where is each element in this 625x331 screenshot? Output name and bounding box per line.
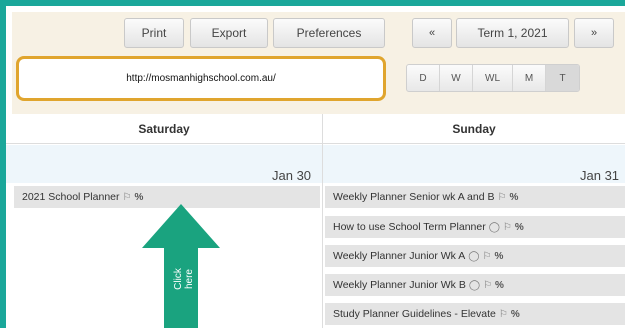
next-term-button[interactable]: » xyxy=(574,18,614,48)
event-title: Weekly Planner Junior Wk A xyxy=(333,250,466,262)
prev-term-button[interactable]: « xyxy=(412,18,452,48)
event-sunday-1[interactable]: Weekly Planner Senior wk A and B ⚐ % xyxy=(325,186,625,208)
flag-icon: ⚐ xyxy=(482,250,492,262)
view-week-list-button[interactable]: WL xyxy=(473,65,513,91)
click-here-label: Click here xyxy=(173,268,195,290)
view-month-button[interactable]: M xyxy=(513,65,546,91)
preferences-button[interactable]: Preferences xyxy=(273,18,385,48)
comment-icon: ◯ xyxy=(488,221,500,233)
event-title: Study Planner Guidelines - Elevate xyxy=(333,308,496,320)
comment-icon: ◯ xyxy=(468,279,481,291)
comment-icon: ◯ xyxy=(468,250,480,262)
event-sunday-3[interactable]: Weekly Planner Junior Wk A ◯ ⚐ % xyxy=(325,245,625,267)
flag-icon: ⚐ xyxy=(497,191,507,203)
event-title: Weekly Planner Junior Wk B xyxy=(333,279,466,291)
view-day-button[interactable]: D xyxy=(407,65,440,91)
column-header-sunday: Sunday xyxy=(323,114,625,144)
event-title: 2021 School Planner xyxy=(22,191,120,203)
column-header-saturday: Saturday xyxy=(6,114,322,144)
event-sunday-5[interactable]: Study Planner Guidelines - Elevate ⚐ % xyxy=(325,303,625,325)
link-icon: % xyxy=(495,279,504,291)
event-sunday-2[interactable]: How to use School Term Planner ◯ ⚐ % xyxy=(325,216,625,238)
sunday-date: Jan 31 xyxy=(580,168,620,183)
event-title: Weekly Planner Senior wk A and B xyxy=(333,191,495,203)
flag-icon: ⚐ xyxy=(483,279,493,291)
url-text: http://mosmanhighschool.com.au/ xyxy=(126,73,276,84)
view-week-button[interactable]: W xyxy=(440,65,473,91)
link-icon: % xyxy=(494,250,504,262)
export-button[interactable]: Export xyxy=(190,18,268,48)
link-icon: % xyxy=(514,221,524,233)
event-title: How to use School Term Planner xyxy=(333,221,486,233)
event-sunday-4[interactable]: Weekly Planner Junior Wk B ◯ ⚐ % xyxy=(325,274,625,296)
view-switcher: D W WL M T xyxy=(406,64,580,92)
view-term-button[interactable]: T xyxy=(546,65,579,91)
flag-icon: ⚐ xyxy=(498,308,508,320)
url-annotation-box: http://mosmanhighschool.com.au/ xyxy=(16,56,386,101)
link-icon: % xyxy=(510,308,520,320)
link-icon: % xyxy=(134,191,144,203)
print-button[interactable]: Print xyxy=(124,18,184,48)
term-selector[interactable]: Term 1, 2021 xyxy=(456,18,569,48)
saturday-date: Jan 30 xyxy=(272,168,312,183)
flag-icon: ⚐ xyxy=(122,191,132,203)
link-icon: % xyxy=(509,191,519,203)
flag-icon: ⚐ xyxy=(502,221,512,233)
